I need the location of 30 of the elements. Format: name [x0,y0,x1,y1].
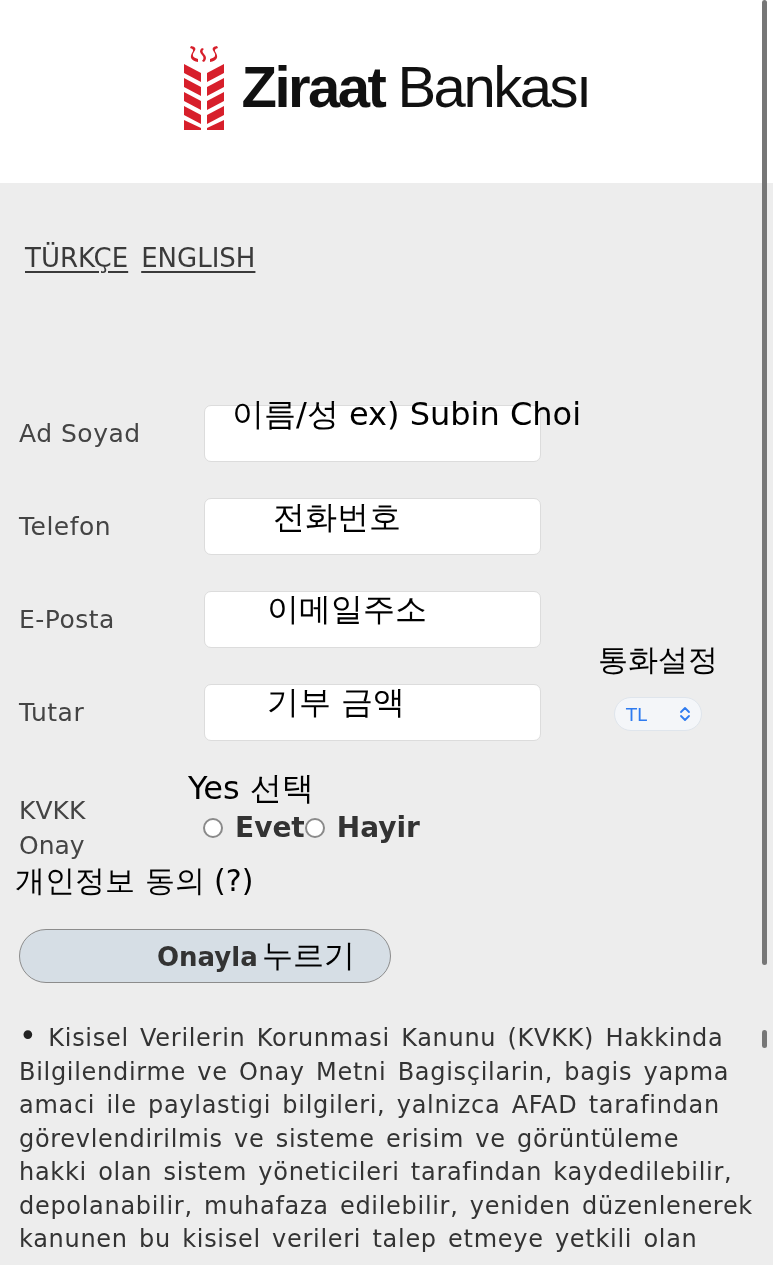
confirm-button[interactable]: Onayla 누르기 [19,929,391,983]
annotation-text: 기부 금액 [267,682,406,722]
input-field[interactable] [204,498,541,555]
annotation-text: Yes 선택 [188,770,314,806]
radio-label[interactable]: Evet [235,812,305,844]
logo-text: Bankası [397,53,590,120]
radio-button[interactable] [203,818,223,838]
field-label: Tutar [19,698,86,727]
wheat-icon [183,43,226,130]
annotation-text: 이메일주소 [267,589,427,629]
field-label: Ad Soyad [19,419,142,448]
input-field[interactable] [204,591,541,648]
notice-paragraph: • Kisisel Verilerin Korunmasi Kanunu (KVKK) Hakkinda Bilgilendirme ve Onay Metni Bagisçilarin, bagis yapma amaci ile paylastigi bilgileri, yalnizca AFAD tarafindan görevlendirilmis ve sisteme erisim ve görüntüleme hakki olan sistem yöneticileri tarafindan kaydedilebilir, depolanabilir, muhafaza edilebilir, yeniden düzenlenerek kanunen bu kisisel verileri talep etmeye yetkili olan [19,1022,754,1255]
field-label: E-Posta [19,605,116,634]
language-link[interactable]: TÜRKÇE [25,243,129,273]
radio-label[interactable]: Hayir [336,812,420,844]
language-link[interactable]: ENGLISH [141,243,256,273]
annotation-text: 전화번호 [273,497,401,537]
radio-button[interactable] [304,818,325,838]
scrollbar-thumb[interactable] [762,1030,767,1048]
field-label: KVKK Onay [19,795,87,862]
currency-select[interactable]: TL [614,697,702,731]
input-field[interactable] [204,684,541,741]
annotation-text: 이름/성 ex) Subin Choi [232,394,581,434]
updown-chevron-icon [679,706,691,722]
field-label: Telefon [19,512,113,541]
scrollbar-thumb[interactable] [762,0,767,965]
logo-text: Ziraat [241,53,385,120]
annotation-text: 통화설정 [598,641,718,679]
annotation-text: 개인정보 동의 (?) [15,863,254,899]
